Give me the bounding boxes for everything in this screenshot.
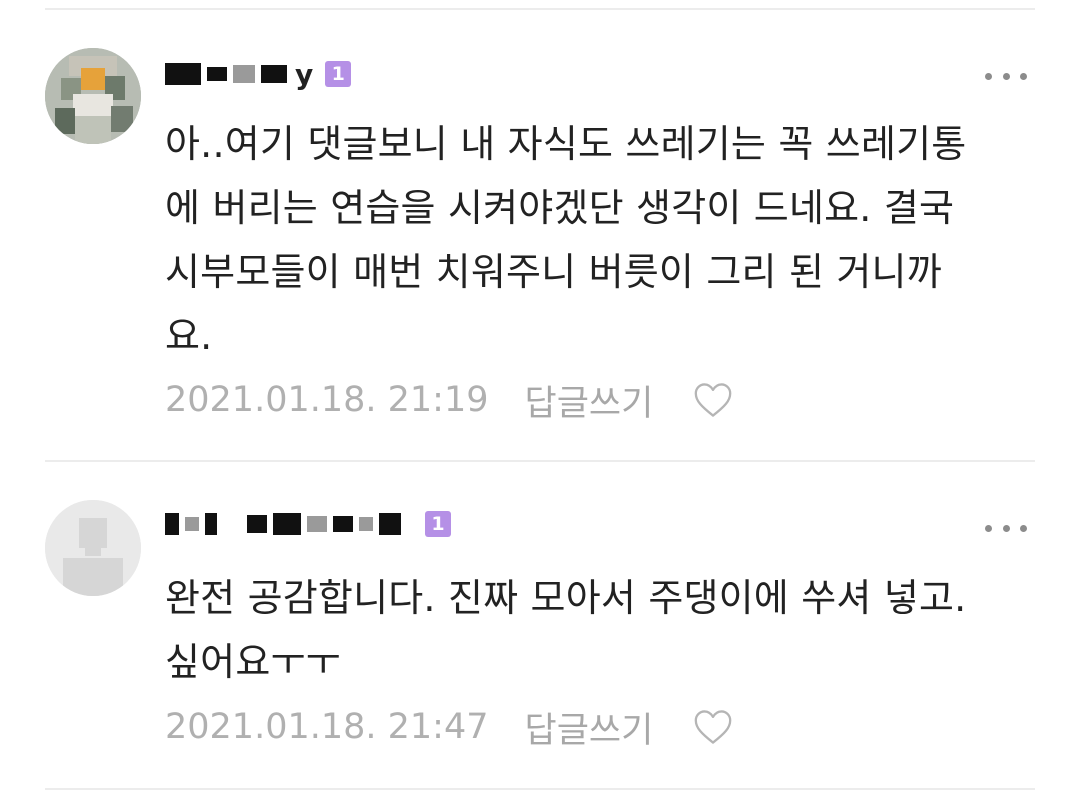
username[interactable]: y 1 [165,56,352,92]
comment-text: 아..여기 댓글보니 내 자식도 쓰레기는 꼭 쓰레기통 에 버리는 연습을 시… [165,122,967,358]
username-text: y [295,57,314,91]
username-blur [165,513,179,535]
reply-button[interactable]: 답글쓰기 [525,375,654,426]
level-badge: 1 [325,61,352,87]
more-options-button[interactable] [985,518,1027,538]
more-horizontal-icon [1002,524,1010,532]
divider [45,8,1035,10]
username-blur [359,517,373,531]
more-horizontal-icon [985,72,992,80]
username-blur [379,513,401,535]
timestamp: 2021.01.18. 21:19 [165,380,489,420]
reply-button[interactable]: 답글쓰기 [525,702,654,753]
comment-meta: 2021.01.18. 21:19 답글쓰기 [165,378,733,424]
username-blur [307,516,327,532]
timestamp: 2021.01.18. 21:47 [165,707,489,747]
level-badge: 1 [425,511,451,537]
username-blur [165,63,201,85]
more-horizontal-icon [1020,72,1027,80]
comment-list: y 1 아..여기 댓글보니 내 자식도 쓰레기는 꼭 쓰레기통 에 버리는 연… [0,0,1078,794]
username-blur [247,515,267,533]
more-options-button[interactable] [985,66,1027,86]
more-horizontal-icon [1020,524,1027,532]
username-blur [207,67,227,81]
username-blur [273,513,301,535]
more-horizontal-icon [1002,72,1010,80]
username-blur [185,517,199,531]
comment-text: 완전 공감합니다. 진짜 모아서 주댕이에 쑤셔 넣고. 싶어요ㅜㅜ [165,576,967,684]
username-blur [205,513,217,535]
username-blur [261,65,287,83]
more-horizontal-icon [985,524,992,532]
username[interactable]: 1 [165,506,451,542]
username-blur [333,516,353,532]
comment-meta: 2021.01.18. 21:47 답글쓰기 [165,705,733,751]
avatar[interactable] [45,48,141,144]
divider [45,788,1035,790]
avatar[interactable] [45,500,141,596]
heart-outline-icon[interactable] [693,382,733,418]
divider [45,460,1035,462]
default-user-icon [45,500,141,596]
username-blur [233,65,255,83]
heart-outline-icon[interactable] [693,709,733,745]
